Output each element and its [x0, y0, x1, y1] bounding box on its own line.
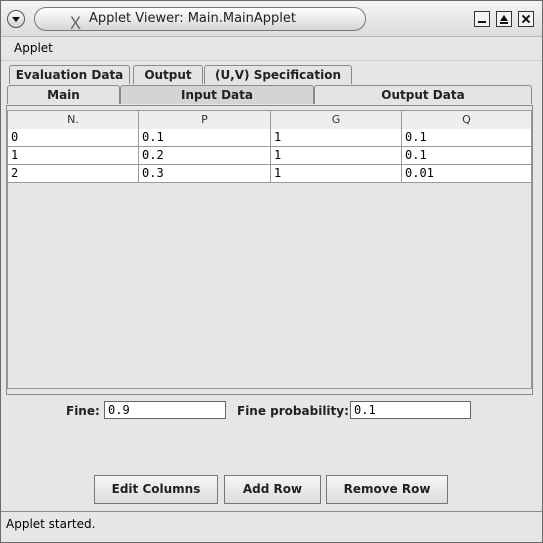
table-cell[interactable]: 1	[8, 147, 139, 164]
tab-uv-specification[interactable]: (U,V) Specification	[204, 65, 352, 84]
tab-input-data[interactable]: Input Data	[120, 85, 314, 104]
table-cell[interactable]: 0.2	[139, 147, 271, 164]
table-cell[interactable]: 1	[271, 129, 402, 146]
window-menu-icon[interactable]	[7, 10, 25, 28]
status-text: Applet started.	[6, 517, 96, 531]
column-header-g[interactable]: G	[271, 111, 402, 129]
table-cell[interactable]: 0	[8, 129, 139, 146]
x-logo-icon: Ｘ	[67, 14, 84, 34]
table-cell[interactable]: 0.3	[139, 165, 271, 182]
table-cell[interactable]: 1	[271, 165, 402, 182]
table-row[interactable]: 0 0.1 1 0.1	[8, 129, 531, 147]
minimize-icon[interactable]	[474, 11, 490, 27]
table-cell[interactable]: 0.01	[402, 165, 531, 182]
fine-label: Fine:	[66, 404, 100, 418]
table-cell[interactable]: 1	[271, 147, 402, 164]
menu-bar: Applet	[1, 37, 542, 61]
tab-output-data[interactable]: Output Data	[314, 85, 532, 104]
column-header-p[interactable]: P	[139, 111, 271, 129]
fine-probability-label: Fine probability:	[237, 404, 349, 418]
close-icon[interactable]	[518, 11, 534, 27]
tab-output[interactable]: Output	[133, 65, 203, 84]
table-cell[interactable]: 0.1	[139, 129, 271, 146]
title-pill[interactable]: Ｘ Applet Viewer: Main.MainApplet	[34, 7, 366, 34]
input-data-table[interactable]: N. P G Q 0 0.1 1 0.1 1 0.2 1 0.1 2 0.3 1…	[7, 110, 532, 389]
remove-row-button[interactable]: Remove Row	[326, 475, 448, 504]
add-row-button[interactable]: Add Row	[224, 475, 321, 504]
tab-evaluation-data[interactable]: Evaluation Data	[9, 65, 130, 84]
status-bar: Applet started.	[1, 511, 542, 542]
applet-window: Ｘ Applet Viewer: Main.MainApplet Applet …	[0, 0, 543, 543]
edit-columns-button[interactable]: Edit Columns	[94, 475, 218, 504]
column-header-n[interactable]: N.	[8, 111, 139, 129]
fine-input[interactable]: 0.9	[104, 401, 226, 419]
title-bar[interactable]: Ｘ Applet Viewer: Main.MainApplet	[1, 1, 542, 37]
fine-probability-input[interactable]: 0.1	[350, 401, 471, 419]
table-header: N. P G Q	[8, 111, 531, 130]
table-cell[interactable]: 2	[8, 165, 139, 182]
table-cell[interactable]: 0.1	[402, 147, 531, 164]
column-header-q[interactable]: Q	[402, 111, 531, 129]
table-cell[interactable]: 0.1	[402, 129, 531, 146]
tab-main[interactable]: Main	[7, 85, 120, 104]
maximize-icon[interactable]	[496, 11, 512, 27]
menu-applet[interactable]: Applet	[14, 41, 53, 55]
window-title: Applet Viewer: Main.MainApplet	[89, 11, 297, 26]
table-row[interactable]: 1 0.2 1 0.1	[8, 147, 531, 165]
table-row[interactable]: 2 0.3 1 0.01	[8, 165, 531, 183]
